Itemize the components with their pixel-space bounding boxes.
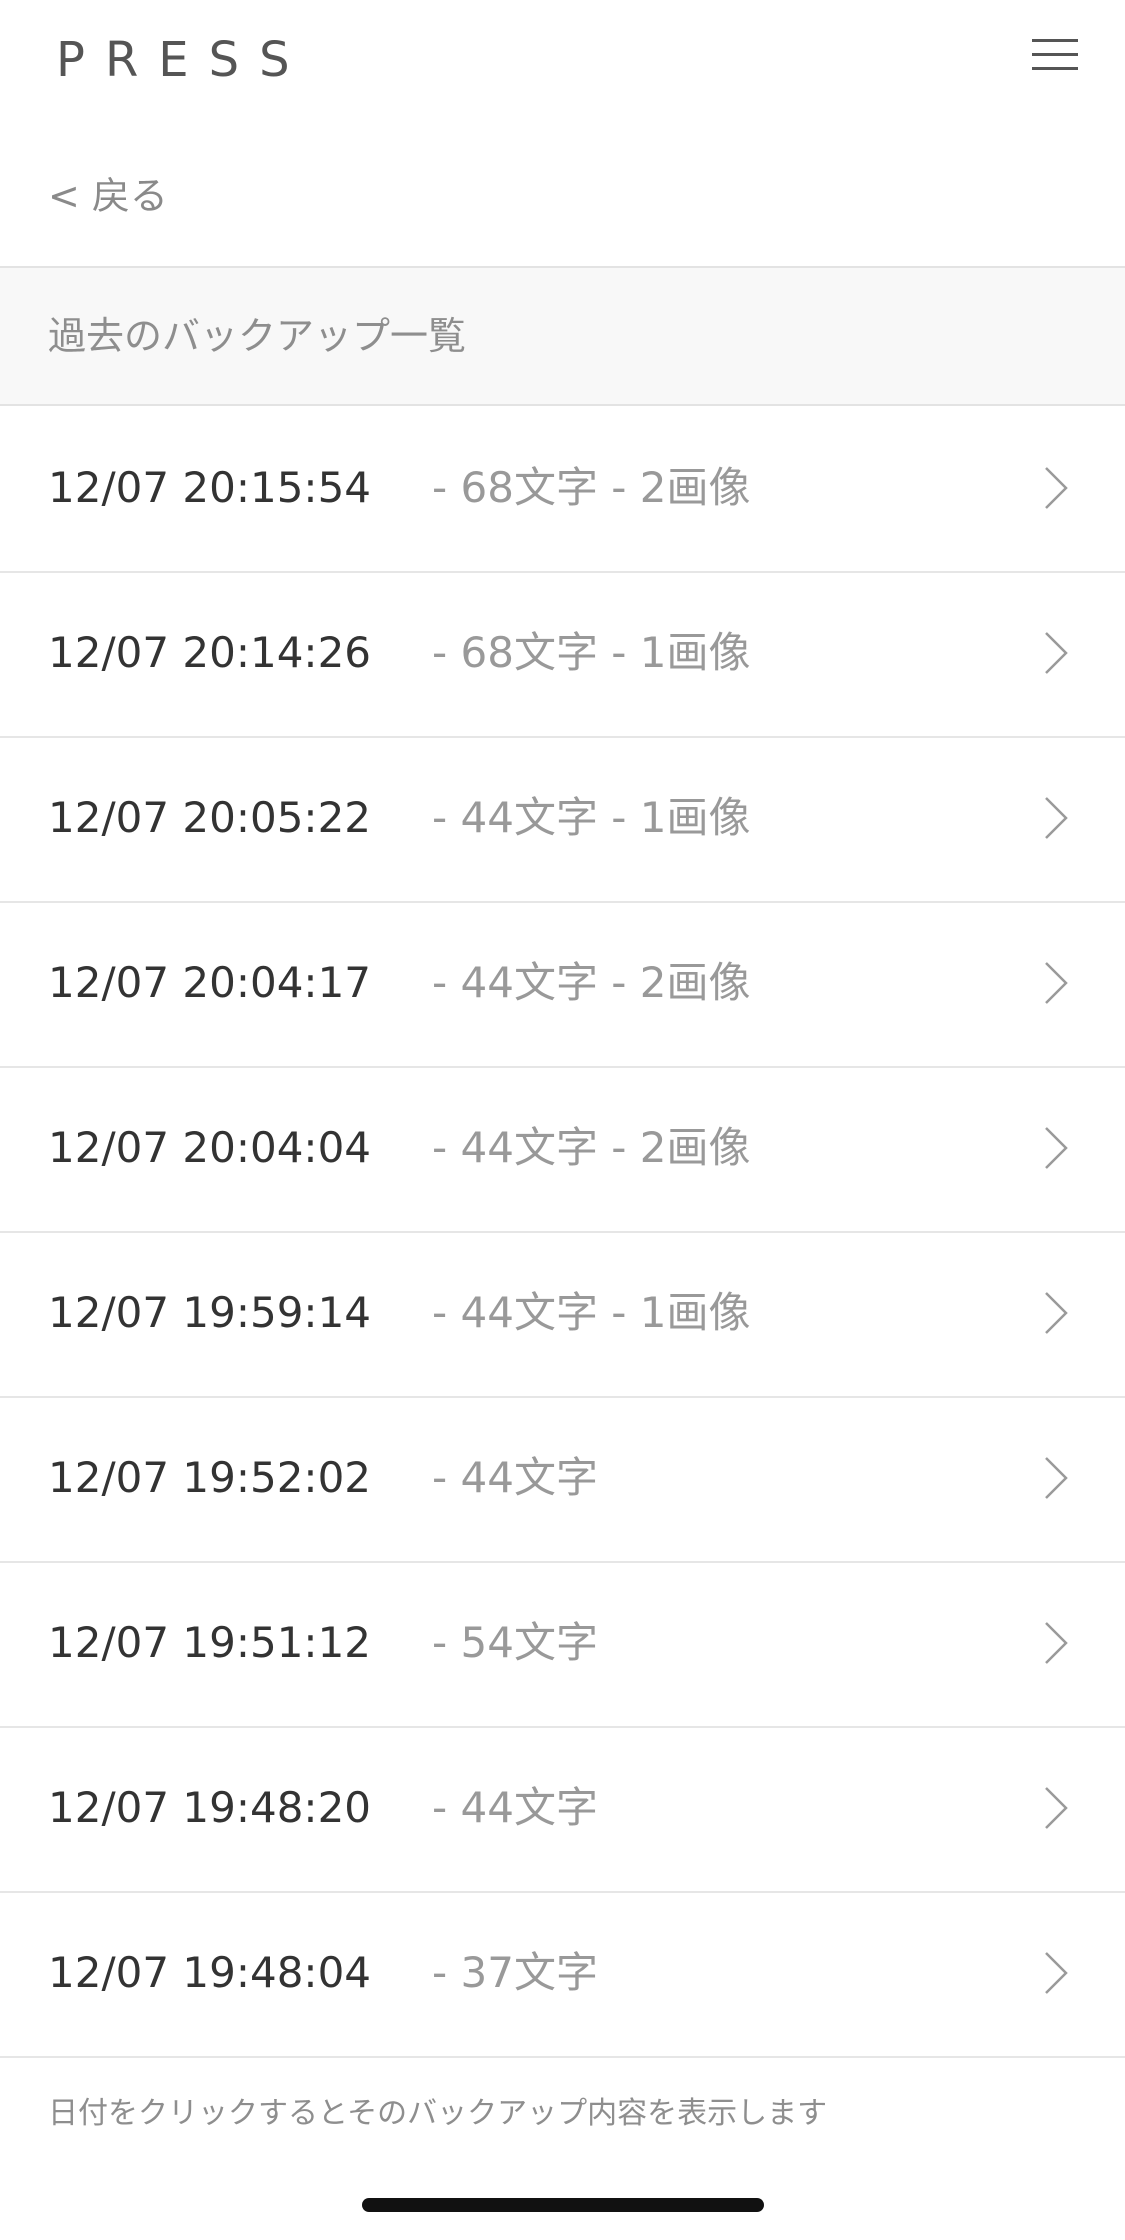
backup-row[interactable]: 12/07 19:51:12 - 54文字 [0, 1563, 1125, 1728]
menu-line [1032, 39, 1078, 42]
chevron-right-icon [1045, 467, 1068, 509]
backup-date[interactable]: 12/07 20:15:54 [48, 458, 371, 518]
chevron-right-icon [1045, 1787, 1068, 1829]
chevron-right-icon [1045, 1622, 1068, 1664]
backup-date[interactable]: 12/07 19:52:02 [48, 1448, 371, 1508]
section-title: 過去のバックアップ一覧 [48, 314, 467, 358]
backup-row[interactable]: 12/07 19:48:04 - 37文字 [0, 1893, 1125, 2058]
home-indicator [362, 2198, 764, 2212]
backup-list: 12/07 20:15:54 - 68文字 - 2画像 12/07 20:14:… [0, 408, 1125, 2058]
backup-meta: - 44文字 [432, 1453, 598, 1502]
press-logo[interactable]: PRESS [56, 28, 310, 92]
chevron-right-icon [1045, 797, 1068, 839]
backup-row[interactable]: 12/07 20:15:54 - 68文字 - 2画像 [0, 408, 1125, 573]
chevron-right-icon [1045, 1457, 1068, 1499]
backup-meta: - 44文字 - 1画像 [432, 793, 751, 842]
chevron-right-icon [1045, 1292, 1068, 1334]
backup-meta: - 44文字 - 2画像 [432, 958, 751, 1007]
backup-date[interactable]: 12/07 20:05:22 [48, 788, 371, 848]
footer-note: 日付をクリックするとそのバックアップ内容を表示します [48, 2096, 828, 2131]
backup-row[interactable]: 12/07 20:14:26 - 68文字 - 1画像 [0, 573, 1125, 738]
backup-date[interactable]: 12/07 20:04:04 [48, 1118, 371, 1178]
backup-row[interactable]: 12/07 19:59:14 - 44文字 - 1画像 [0, 1233, 1125, 1398]
menu-line [1032, 67, 1078, 70]
backup-row[interactable]: 12/07 20:04:17 - 44文字 - 2画像 [0, 903, 1125, 1068]
backup-meta: - 68文字 - 1画像 [432, 628, 751, 677]
backup-meta: - 44文字 - 1画像 [432, 1288, 751, 1337]
section-header: 過去のバックアップ一覧 [0, 266, 1125, 406]
chevron-right-icon [1045, 632, 1068, 674]
backup-date[interactable]: 12/07 19:51:12 [48, 1613, 371, 1673]
chevron-right-icon [1045, 1127, 1068, 1169]
back-link[interactable]: < 戻る [48, 166, 168, 226]
menu-line [1032, 53, 1078, 56]
backup-row[interactable]: 12/07 20:04:04 - 44文字 - 2画像 [0, 1068, 1125, 1233]
backup-row[interactable]: 12/07 19:48:20 - 44文字 [0, 1728, 1125, 1893]
backup-meta: - 44文字 - 2画像 [432, 1123, 751, 1172]
chevron-right-icon [1045, 962, 1068, 1004]
backup-row[interactable]: 12/07 19:52:02 - 44文字 [0, 1398, 1125, 1563]
backup-meta: - 44文字 [432, 1783, 598, 1832]
app-header: PRESS [0, 0, 1125, 120]
backup-date[interactable]: 12/07 19:59:14 [48, 1283, 371, 1343]
backup-date[interactable]: 12/07 19:48:20 [48, 1778, 371, 1838]
backup-date[interactable]: 12/07 20:14:26 [48, 623, 371, 683]
hamburger-menu-icon[interactable] [1032, 36, 1080, 76]
backup-meta: - 68文字 - 2画像 [432, 463, 751, 512]
backup-meta: - 54文字 [432, 1618, 598, 1667]
backup-date[interactable]: 12/07 20:04:17 [48, 953, 371, 1013]
backup-row[interactable]: 12/07 20:05:22 - 44文字 - 1画像 [0, 738, 1125, 903]
backup-date[interactable]: 12/07 19:48:04 [48, 1943, 371, 2003]
backup-meta: - 37文字 [432, 1948, 598, 1997]
chevron-right-icon [1045, 1952, 1068, 1994]
